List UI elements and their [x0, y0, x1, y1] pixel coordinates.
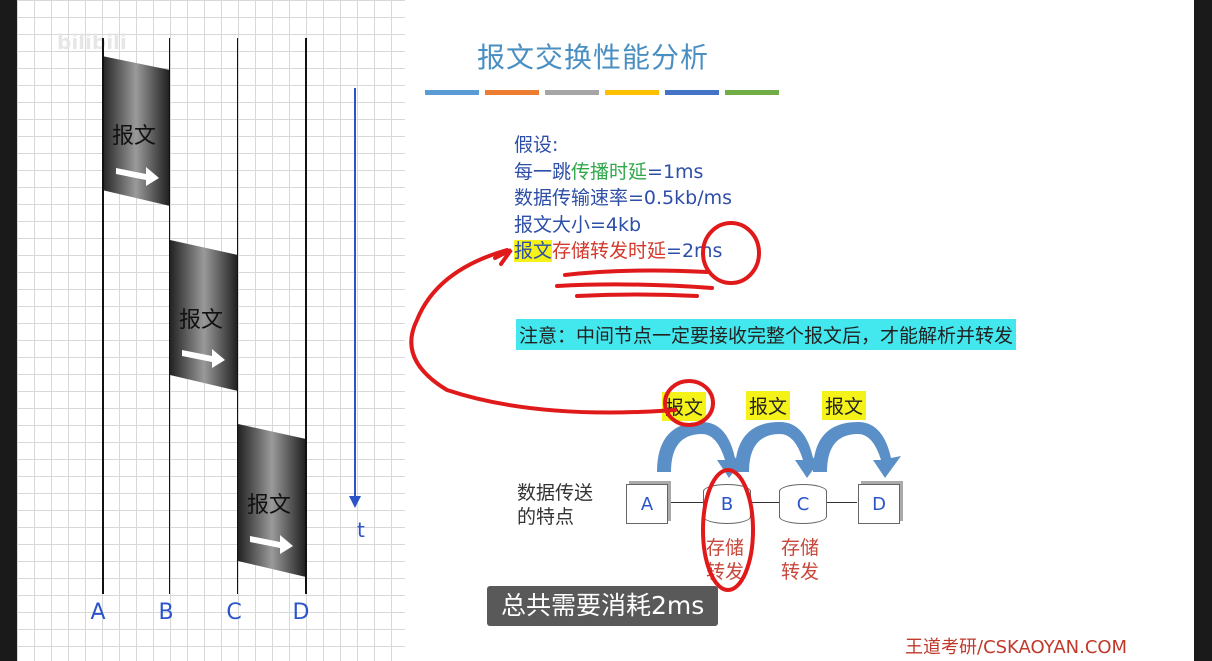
annotation-overlay: [409, 221, 761, 592]
slide: bilibili 报文 报文 报文 A B C D t 报文交换性能分析 假设:…: [17, 0, 1194, 661]
footer-brand: 王道考研/CSKAOYAN.COM: [905, 637, 1128, 658]
annotation-strokes: [409, 221, 761, 592]
subtitle-caption: 总共需要消耗2ms: [487, 586, 719, 626]
